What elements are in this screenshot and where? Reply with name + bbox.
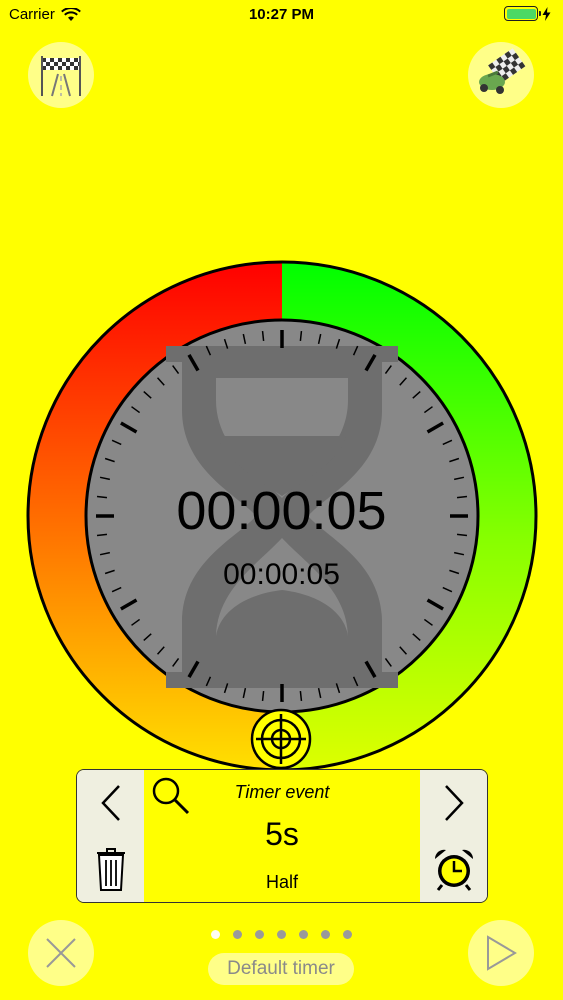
- delete-event-button[interactable]: [77, 836, 144, 902]
- race-car-button[interactable]: [468, 42, 534, 108]
- crosshair-icon: [250, 708, 312, 770]
- main-time: 00:00:05: [176, 481, 387, 541]
- lightning-icon: [542, 6, 551, 21]
- timer-event-panel: Timer event 5s Half: [76, 769, 488, 903]
- event-value: 5s: [265, 816, 299, 852]
- status-time: 10:27 PM: [248, 6, 315, 23]
- chevron-right-icon: [444, 785, 464, 821]
- battery-icon: [504, 6, 541, 21]
- page-dot[interactable]: [211, 930, 220, 939]
- previous-event-button[interactable]: [77, 770, 144, 836]
- alarm-button[interactable]: [420, 836, 487, 902]
- page-dot[interactable]: [299, 930, 308, 939]
- race-car-checkered-flag-icon: [479, 48, 526, 94]
- status-bar: Carrier 10:27 PM: [0, 0, 563, 30]
- minor-tick: [261, 330, 265, 342]
- page-dot[interactable]: [321, 930, 330, 939]
- default-timer-label: Default timer: [208, 953, 354, 985]
- event-mode: Half: [265, 872, 298, 892]
- play-button[interactable]: [468, 920, 534, 986]
- race-track-finish-flag-icon: [41, 56, 81, 97]
- page-dot[interactable]: [255, 930, 264, 939]
- target-handle[interactable]: [250, 708, 312, 770]
- minor-tick: [299, 690, 303, 702]
- chevron-left-icon: [100, 785, 120, 821]
- minor-tick: [261, 690, 265, 702]
- page-dot[interactable]: [233, 930, 242, 939]
- event-title: Timer event: [234, 782, 330, 802]
- trash-icon: [96, 848, 125, 891]
- page-dot[interactable]: [343, 930, 352, 939]
- race-track-button[interactable]: [28, 42, 94, 108]
- sub-time: 00:00:05: [223, 558, 340, 591]
- play-icon: [487, 935, 517, 971]
- next-event-button[interactable]: [420, 770, 487, 836]
- close-icon: [46, 938, 76, 968]
- minor-tick: [299, 330, 303, 342]
- page-dot[interactable]: [277, 930, 286, 939]
- alarm-clock-icon: [434, 849, 473, 891]
- battery-indicator: [504, 6, 551, 21]
